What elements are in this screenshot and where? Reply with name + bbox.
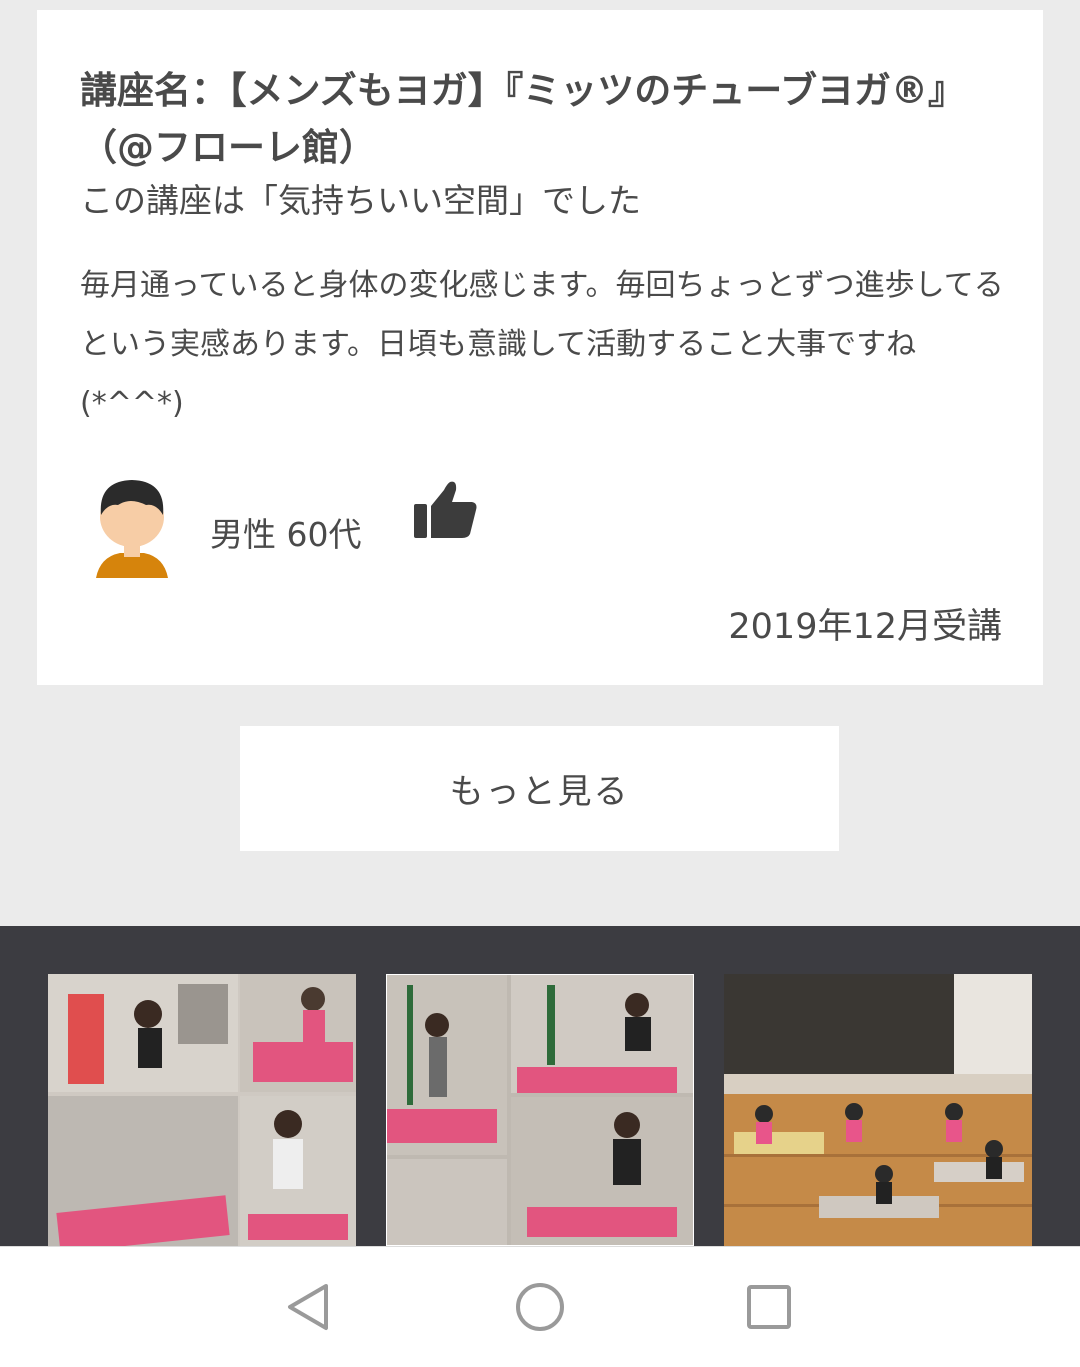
see-more-button[interactable]: もっと見る xyxy=(240,726,839,851)
review-comment: 毎月通っていると身体の変化感じます。毎回ちょっとずつ進歩してるという実感あります… xyxy=(80,268,1004,421)
back-triangle-icon[interactable] xyxy=(276,1275,340,1339)
male-user-avatar-icon xyxy=(94,475,170,578)
review-card: 講座名：【メンズもヨガ】『ミッツのチューブヨガ®』（@フローレ館） この講座は「… xyxy=(37,10,1043,685)
thumbs-up-icon xyxy=(414,480,478,540)
android-navigation-bar xyxy=(0,1246,1080,1367)
course-title: 講座名：【メンズもヨガ】『ミッツのチューブヨガ®』（@フローレ館） xyxy=(80,69,966,169)
attended-date: 2019年12月受講 xyxy=(728,607,1002,647)
yoga-class-photo-2[interactable] xyxy=(386,974,694,1246)
recents-square-icon[interactable] xyxy=(737,1275,801,1339)
rating-text: この講座は「気持ちいい空間」でした xyxy=(80,181,641,220)
gym-hall-yoga-photo-3[interactable] xyxy=(724,974,1032,1246)
yoga-class-photo-1[interactable] xyxy=(48,974,356,1246)
photo-gallery xyxy=(0,926,1080,1246)
user-demographic: 男性 60代 xyxy=(210,515,362,554)
home-circle-icon[interactable] xyxy=(508,1275,572,1339)
